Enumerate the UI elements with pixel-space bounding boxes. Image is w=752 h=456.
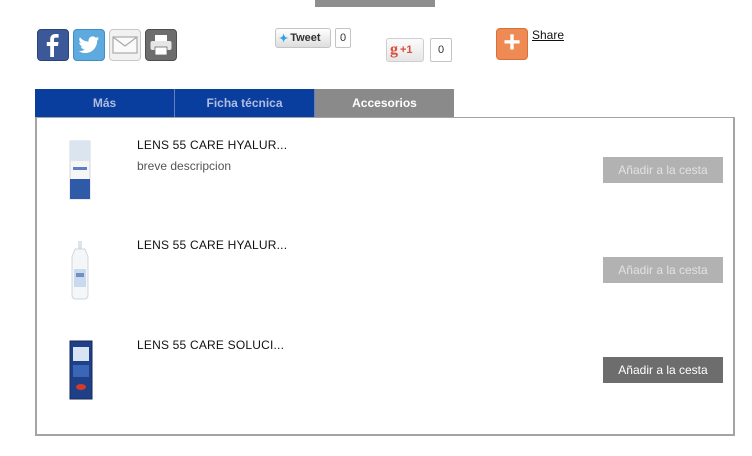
product-image[interactable] [49,239,111,301]
add-to-cart-button[interactable]: Añadir a la cesta [603,157,723,183]
tab-accesorios[interactable]: Accesorios [315,89,454,117]
print-button[interactable] [145,29,177,61]
tweet-label: Tweet [290,32,321,44]
twitter-share-button[interactable] [73,29,105,61]
facebook-share-button[interactable] [37,29,69,61]
add-to-cart-button[interactable]: Añadir a la cesta [603,257,723,283]
plus-one-label: +1 [400,44,413,56]
plus-icon: + [503,26,521,59]
product-box-icon [69,340,93,400]
printer-icon [150,35,172,56]
google-plus-icon: g [390,41,398,58]
product-title[interactable]: LENS 55 CARE HYALUR... [137,238,287,252]
email-share-button[interactable] [109,29,141,61]
tweet-count: 0 [335,28,351,48]
share-link[interactable]: Share [532,28,564,42]
top-divider-bar [315,0,435,7]
add-to-cart-button[interactable]: Añadir a la cesta [603,357,723,383]
facebook-icon [46,34,59,57]
twitter-bird-icon: ✦ [279,32,289,45]
product-box-icon [69,140,91,200]
product-image[interactable] [49,139,111,201]
product-title[interactable]: LENS 55 CARE SOLUCI... [137,338,284,352]
product-description: breve descripcion [137,159,232,173]
product-bottle-icon [71,241,89,300]
addthis-share-button[interactable]: + [496,28,528,60]
envelope-icon [112,36,138,54]
twitter-icon [78,36,99,53]
product-title[interactable]: LENS 55 CARE HYALUR... [137,138,287,152]
google-plus-one-button[interactable]: g +1 [386,38,424,62]
tweet-button[interactable]: ✦ Tweet [275,28,331,48]
product-image[interactable] [49,339,111,401]
plus-one-count: 0 [430,38,452,62]
tab-ficha-tecnica[interactable]: Ficha técnica [175,89,315,117]
product-tabs: Más Ficha técnica Accesorios [35,89,454,117]
tab-mas[interactable]: Más [35,89,175,117]
